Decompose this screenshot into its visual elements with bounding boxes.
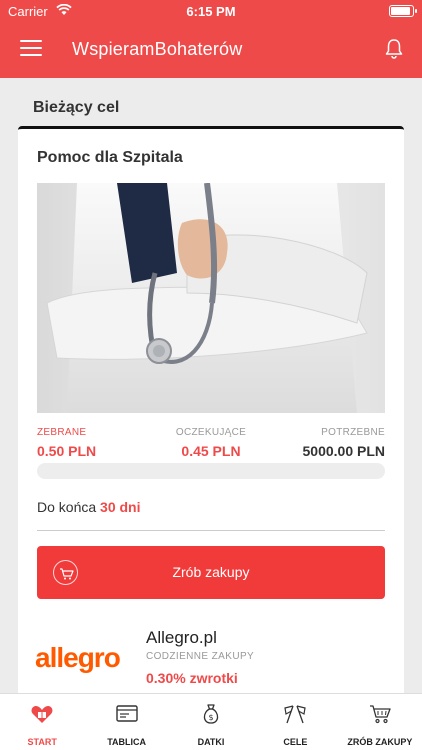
nav-cele[interactable]: CELE <box>253 694 337 750</box>
money-bag-icon: $ <box>203 704 219 724</box>
svg-text:$: $ <box>208 713 213 722</box>
goal-card: Pomoc dla Szpitala ZEBRANE 0.50 PLN OCZE… <box>18 126 404 616</box>
store-name: Allegro.pl <box>146 628 217 647</box>
allegro-logo: allegro <box>35 642 121 673</box>
needed-stat: POTRZEBNE 5000.00 PLN <box>303 427 386 459</box>
needed-label: POTRZEBNE <box>321 427 385 438</box>
store-row[interactable]: allegro Allegro.pl CODZIENNE ZAKUPY 0.30… <box>18 614 404 694</box>
divider <box>37 530 385 531</box>
app-title: WspieramBohaterów <box>72 39 243 59</box>
nav-datki[interactable]: $ DATKI <box>169 694 253 750</box>
board-icon <box>115 705 138 722</box>
needed-value: 5000.00 PLN <box>302 443 386 459</box>
nav-start[interactable]: START <box>0 694 84 750</box>
deadline-days: 30 dni <box>100 499 141 515</box>
shopping-cart-icon <box>369 705 391 724</box>
menu-icon[interactable] <box>20 40 42 58</box>
battery-icon <box>389 5 417 17</box>
nav-start-label: START <box>27 737 57 747</box>
shop-button[interactable]: Zrób zakupy <box>37 546 385 599</box>
clock: 6:15 PM <box>186 4 236 19</box>
battery-fill <box>391 7 410 15</box>
shop-button-label: Zrób zakupy <box>172 564 250 580</box>
nav-zrob-zakupy[interactable]: ZRÓB ZAKUPY <box>338 694 422 750</box>
deadline-prefix: Do końca <box>37 499 97 515</box>
nav-cele-label: CELE <box>283 737 308 747</box>
nav-zrob-zakupy-label: ZRÓB ZAKUPY <box>347 737 413 747</box>
goal-image <box>37 183 385 413</box>
progress-bar <box>37 463 385 479</box>
bottom-nav: START TABLICA $ DATKI CELE ZRÓB ZAKUPY <box>0 693 422 750</box>
heart-gift-icon <box>31 706 53 723</box>
status-bar: Carrier 6:15 PM <box>0 0 422 22</box>
nav-datki-label: DATKI <box>197 737 225 747</box>
deadline: Do końca 30 dni <box>37 499 141 515</box>
flags-icon <box>284 705 307 724</box>
nav-tablica-label: TABLICA <box>107 737 147 747</box>
store-category: CODZIENNE ZAKUPY <box>146 651 255 662</box>
app-bar: WspieramBohaterów <box>0 22 422 78</box>
nav-tablica[interactable]: TABLICA <box>84 694 168 750</box>
store-cashback: 0.30% zwrotki <box>146 670 238 686</box>
bell-icon[interactable] <box>384 38 404 60</box>
goal-title: Pomoc dla Szpitala <box>37 149 183 166</box>
section-title: Bieżący cel <box>33 99 120 116</box>
